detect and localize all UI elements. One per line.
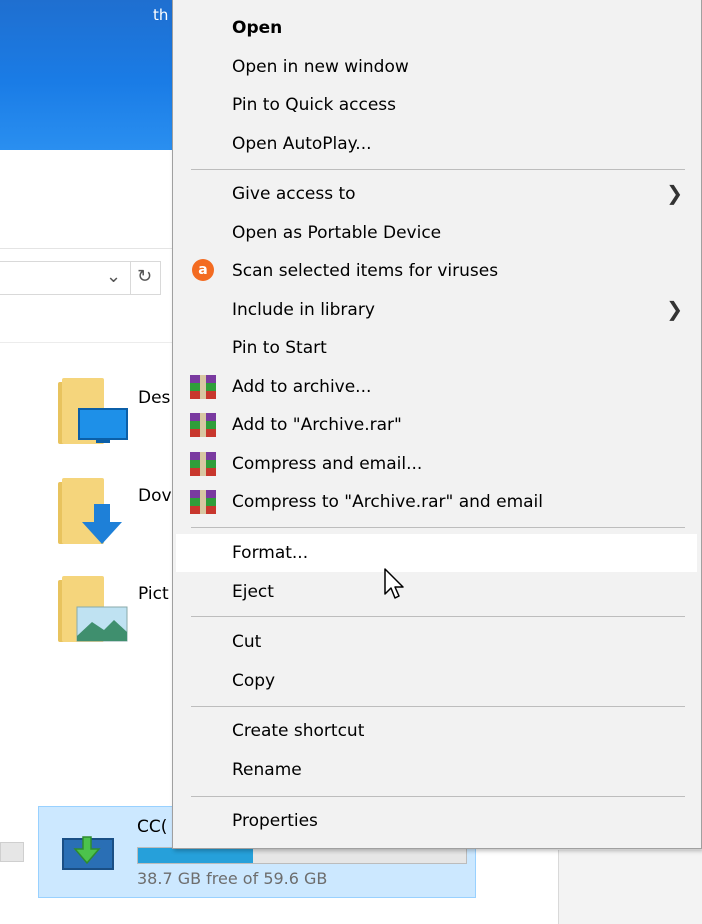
pictures-folder-icon[interactable]: [58, 576, 128, 646]
menu-item-label: Compress and email...: [232, 454, 423, 474]
drive-free-space: 38.7 GB free of 59.6 GB: [137, 869, 328, 888]
menu-item-pin-start[interactable]: Pin to Start: [176, 329, 697, 367]
menu-item-eject[interactable]: Eject: [176, 573, 697, 611]
menu-item-label: Open AutoPlay...: [232, 134, 372, 154]
menu-item-label: Properties: [232, 811, 318, 831]
menu-item-format[interactable]: Format...: [176, 534, 697, 572]
folder-label-pictures[interactable]: Pict: [138, 584, 169, 604]
chevron-down-icon[interactable]: ⌄: [106, 266, 121, 287]
menu-item-label: Format...: [232, 543, 309, 563]
winrar-icon: [190, 490, 216, 514]
menu-item-label: Open in new window: [232, 57, 409, 77]
winrar-icon: [190, 452, 216, 476]
right-panel: [558, 850, 702, 924]
refresh-icon[interactable]: ↻: [137, 266, 152, 287]
menu-item-label: Rename: [232, 760, 302, 780]
usb-drive-icon: [61, 833, 115, 873]
menu-item-pin-quick-access[interactable]: Pin to Quick access: [176, 86, 697, 124]
drive-usage-bar: [137, 847, 467, 864]
menu-item-label: Cut: [232, 632, 262, 652]
address-divider: [130, 262, 131, 294]
downloads-folder-icon[interactable]: [58, 478, 128, 548]
menu-item-label: Open: [232, 18, 283, 38]
menu-separator: [191, 169, 685, 170]
menu-item-open-portable-device[interactable]: Open as Portable Device: [176, 214, 697, 252]
avast-icon: a: [190, 259, 216, 283]
desktop-folder-icon[interactable]: [58, 378, 128, 448]
menu-item-label: Pin to Start: [232, 338, 327, 358]
drive-name: CC(: [137, 817, 168, 837]
menu-item-label: Scan selected items for viruses: [232, 261, 499, 281]
menu-item-label: Include in library: [232, 300, 375, 320]
folder-label-downloads[interactable]: Dov: [138, 486, 172, 506]
folder-label-desktop[interactable]: Des: [138, 388, 170, 408]
menu-item-open-autoplay[interactable]: Open AutoPlay...: [176, 125, 697, 163]
menu-item-scan-viruses[interactable]: a Scan selected items for viruses: [176, 252, 697, 290]
chevron-right-icon: ❯: [666, 181, 683, 205]
menu-item-cut[interactable]: Cut: [176, 623, 697, 661]
menu-item-label: Compress to "Archive.rar" and email: [232, 492, 544, 512]
menu-item-label: Eject: [232, 582, 274, 602]
context-menu: Open Open in new window Pin to Quick acc…: [172, 0, 702, 849]
winrar-icon: [190, 375, 216, 399]
menu-item-label: Open as Portable Device: [232, 223, 442, 243]
window-title: th: [153, 6, 169, 24]
address-bar[interactable]: ⌄ ↻: [0, 261, 161, 295]
menu-separator: [191, 706, 685, 707]
menu-separator: [191, 616, 685, 617]
menu-item-include-library[interactable]: Include in library ❯: [176, 291, 697, 329]
menu-item-label: Pin to Quick access: [232, 95, 397, 115]
menu-separator: [191, 796, 685, 797]
menu-item-label: Copy: [232, 671, 276, 691]
menu-item-open[interactable]: Open: [176, 9, 697, 47]
menu-item-label: Create shortcut: [232, 721, 365, 741]
menu-item-open-new-window[interactable]: Open in new window: [176, 48, 697, 86]
menu-item-rename[interactable]: Rename: [176, 751, 697, 789]
menu-item-copy[interactable]: Copy: [176, 662, 697, 700]
menu-item-label: Add to "Archive.rar": [232, 415, 402, 435]
drive-usage-fill: [138, 848, 253, 863]
menu-item-label: Add to archive...: [232, 377, 372, 397]
menu-item-compress-rar-email[interactable]: Compress to "Archive.rar" and email: [176, 483, 697, 521]
menu-item-label: Give access to: [232, 184, 356, 204]
mouse-cursor-icon: [384, 568, 404, 599]
menu-item-give-access[interactable]: Give access to ❯: [176, 175, 697, 213]
winrar-icon: [190, 413, 216, 437]
chevron-right-icon: ❯: [666, 297, 683, 321]
menu-item-create-shortcut[interactable]: Create shortcut: [176, 712, 697, 750]
scroll-stub: [0, 842, 24, 862]
menu-item-properties[interactable]: Properties: [176, 802, 697, 840]
menu-item-add-archive[interactable]: Add to archive...: [176, 368, 697, 406]
menu-item-add-archive-rar[interactable]: Add to "Archive.rar": [176, 406, 697, 444]
menu-item-compress-email[interactable]: Compress and email...: [176, 445, 697, 483]
menu-separator: [191, 527, 685, 528]
